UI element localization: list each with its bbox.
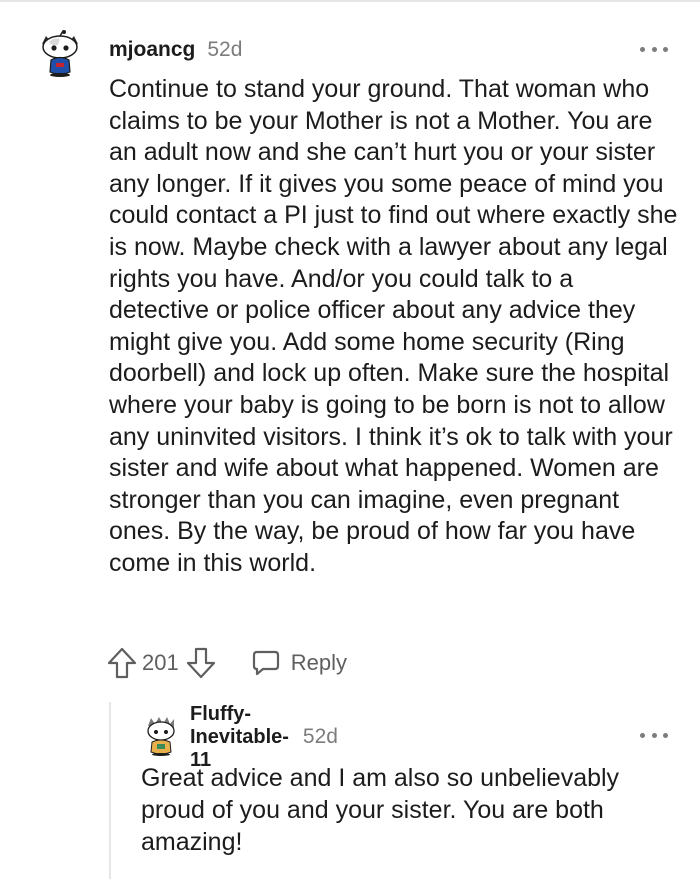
reply-avatar[interactable] <box>142 716 180 756</box>
reply-button[interactable]: Reply <box>251 649 347 677</box>
comment-author[interactable]: mjoancg <box>109 38 195 62</box>
more-options-icon-dot <box>651 46 657 52</box>
reply-timestamp: 52d <box>302 725 338 748</box>
reply-more-options-button[interactable] <box>640 724 668 746</box>
more-options-icon <box>640 732 645 738</box>
snoo-avatar-icon <box>147 717 175 756</box>
more-options-icon-dot <box>663 46 668 52</box>
snoo-avatar-icon <box>42 30 78 77</box>
comment-actions: 201 Reply <box>106 645 347 681</box>
thread-line[interactable] <box>109 702 111 879</box>
more-options-icon-dot <box>663 732 668 738</box>
comment-body: Continue to stand your ground. That woma… <box>109 75 678 577</box>
upvote-icon[interactable] <box>106 646 138 680</box>
reply-meta: Fluffy-Inevitable-11 52d <box>190 703 338 771</box>
vote-score: 201 <box>142 650 179 675</box>
more-options-button[interactable] <box>640 38 668 60</box>
chat-bubble-icon <box>252 650 279 676</box>
comment-timestamp: 52d <box>207 38 243 61</box>
top-divider <box>0 0 700 2</box>
avatar[interactable] <box>36 30 84 78</box>
reply-body: Great advice and I am also so unbelievab… <box>141 764 620 856</box>
downvote-icon[interactable] <box>185 646 217 680</box>
more-options-icon-dot <box>651 732 657 738</box>
more-options-icon <box>640 46 645 52</box>
reply-label: Reply <box>290 650 347 675</box>
comment-meta: mjoancg 52d <box>109 36 242 64</box>
